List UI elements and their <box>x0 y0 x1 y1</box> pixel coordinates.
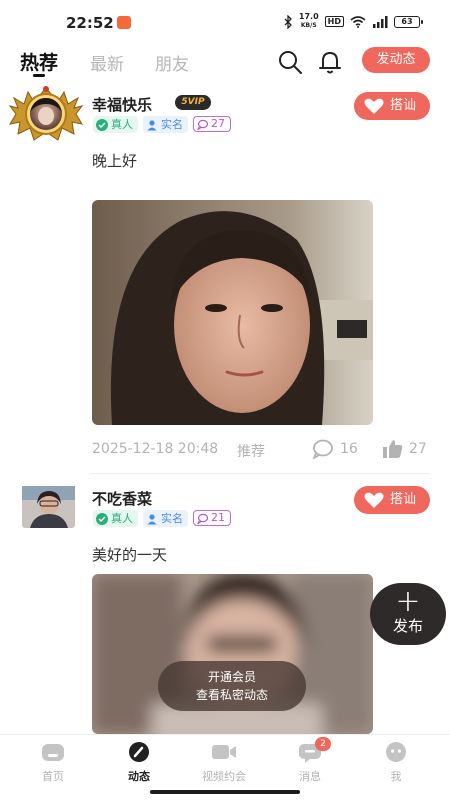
signal-icon <box>373 15 388 28</box>
network-speed-value: 17.0 <box>298 12 319 21</box>
user-tags: 真人 实名 27 <box>93 116 231 133</box>
active-tab-indicator <box>33 74 45 77</box>
chat-bubble-icon <box>197 513 208 524</box>
status-bar: 22:52 17.0 KB/S HD 63 <box>0 0 450 44</box>
username[interactable]: 幸福快乐 <box>92 94 152 115</box>
chat-up-button[interactable]: 搭讪 <box>354 92 430 120</box>
home-indicator[interactable] <box>150 790 300 794</box>
battery-icon: 63 <box>394 15 423 28</box>
app-notification-icon <box>117 16 131 29</box>
nav-video-date-label: 视频约会 <box>202 770 246 783</box>
network-speed: 17.0 KB/S <box>299 13 319 30</box>
hd-indicator: HD <box>324 16 344 27</box>
vip-unlock-line1: 开通会员 <box>207 670 256 684</box>
recommend-label: 推荐 <box>237 444 265 460</box>
network-speed-unit: KB/S <box>300 22 317 29</box>
avatar-vip-frame[interactable] <box>8 84 84 144</box>
bell-icon[interactable] <box>316 48 344 76</box>
verified-real-tag: 真人 <box>93 116 138 133</box>
publish-label: 发布 <box>392 617 423 635</box>
video-icon <box>212 745 236 759</box>
nav-video-date[interactable]: 视频约会 <box>189 741 259 784</box>
verified-name-tag: 实名 <box>143 510 188 527</box>
post-divider <box>90 473 430 474</box>
post-card: 幸福快乐 5VIP 真人 实名 27 搭讪 晚上好 2025-12-18 20:… <box>0 84 450 474</box>
charm-count-tag: 21 <box>193 510 231 526</box>
comment-icon[interactable] <box>312 439 334 459</box>
chat-up-button[interactable]: 搭讪 <box>354 486 430 514</box>
tab-recommended[interactable]: 热荐 <box>20 48 58 75</box>
charm-count-tag: 27 <box>193 116 231 132</box>
nav-profile[interactable]: 我 <box>361 741 431 784</box>
nav-moments-label: 动态 <box>128 770 150 783</box>
check-icon <box>96 118 108 131</box>
chat-up-label: 搭讪 <box>390 492 417 507</box>
bluetooth-icon <box>284 14 292 29</box>
vip-unlock-button[interactable]: 开通会员 查看私密动态 <box>158 661 306 711</box>
verified-real-label: 真人 <box>111 512 133 525</box>
tab-friends[interactable]: 朋友 <box>155 50 189 75</box>
top-header: 热荐 最新 朋友 发动态 <box>0 44 450 80</box>
like-count: 27 <box>409 441 427 457</box>
nav-messages[interactable]: 2 消息 <box>275 737 345 784</box>
nav-home[interactable]: 首页 <box>18 741 88 784</box>
bottom-nav: 首页 动态 视频约会 2 消息 我 <box>0 734 450 784</box>
verified-real-tag: 真人 <box>93 510 138 527</box>
home-icon <box>42 744 64 761</box>
username[interactable]: 不吃香菜 <box>92 488 152 509</box>
tab-latest[interactable]: 最新 <box>90 50 124 75</box>
verified-name-label: 实名 <box>161 118 183 131</box>
post-text: 晚上好 <box>92 152 138 170</box>
chat-up-label: 搭讪 <box>390 98 417 113</box>
status-time: 22:52 <box>66 14 114 32</box>
post-photo[interactable] <box>92 200 373 425</box>
search-icon[interactable] <box>276 48 304 76</box>
publish-fab-button[interactable]: + 发布 <box>370 583 446 645</box>
wifi-icon <box>350 15 366 28</box>
verified-name-tag: 实名 <box>143 116 188 133</box>
post-datetime: 2025-12-18 20:48 <box>92 441 219 457</box>
post-text: 美好的一天 <box>92 546 168 564</box>
heart-icon <box>364 98 384 114</box>
charm-count-value: 27 <box>211 117 225 130</box>
heart-icon <box>364 492 384 508</box>
thumbs-up-icon[interactable] <box>382 439 404 459</box>
verified-real-label: 真人 <box>111 118 133 131</box>
check-icon <box>96 512 108 525</box>
nav-profile-label: 我 <box>390 770 402 783</box>
profile-icon <box>386 742 406 762</box>
person-icon <box>147 513 157 524</box>
status-indicators: 17.0 KB/S HD 63 <box>283 13 423 30</box>
user-tags: 真人 实名 21 <box>93 510 231 527</box>
avatar[interactable] <box>22 486 75 528</box>
verified-name-label: 实名 <box>161 512 183 525</box>
plus-icon: + <box>395 584 421 619</box>
comment-count: 16 <box>340 441 358 457</box>
nav-moments[interactable]: 动态 <box>104 741 174 784</box>
person-icon <box>147 119 157 130</box>
post-moment-button[interactable]: 发动态 <box>362 47 430 73</box>
nav-home-label: 首页 <box>42 770 64 783</box>
nav-messages-label: 消息 <box>299 770 321 783</box>
moments-icon <box>129 742 149 762</box>
vip-unlock-line2: 查看私密动态 <box>195 688 268 702</box>
message-badge: 2 <box>315 737 331 751</box>
vip-badge: 5VIP <box>175 95 211 110</box>
charm-count-value: 21 <box>211 511 225 524</box>
chat-bubble-icon <box>197 119 208 130</box>
